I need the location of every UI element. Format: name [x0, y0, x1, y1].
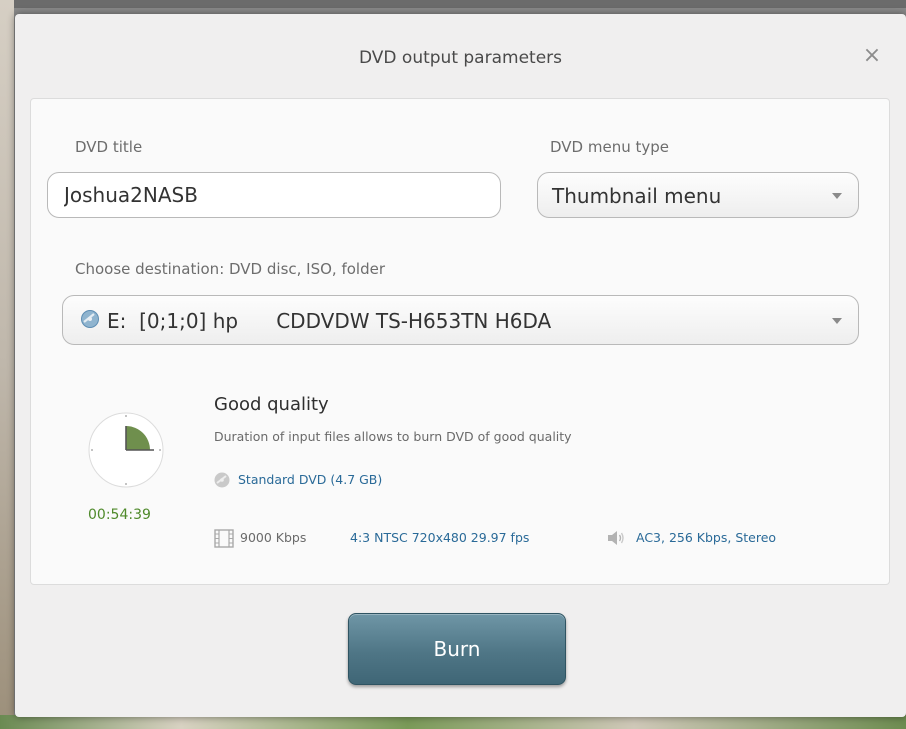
clock-icon	[88, 412, 164, 488]
menu-type-select[interactable]: Thumbnail menu	[537, 172, 859, 218]
quality-description: Duration of input files allows to burn D…	[214, 429, 572, 444]
bitrate-value: 9000 Kbps	[240, 530, 307, 545]
dvd-size-link[interactable]: Standard DVD (4.7 GB)	[238, 472, 382, 487]
duration-readout: 00:54:39	[88, 507, 151, 523]
dvd-output-dialog: DVD output parameters × DVD title DVD me…	[15, 14, 906, 717]
disc-icon	[81, 310, 99, 328]
background-left	[0, 0, 14, 729]
dvd-title-input[interactable]	[47, 172, 501, 218]
audio-spec-link[interactable]: AC3, 256 Kbps, Stereo	[636, 530, 776, 545]
chevron-down-icon	[832, 193, 842, 199]
destination-select[interactable]: E: [0;1;0] hp CDDVDW TS-H653TN H6DA	[62, 295, 859, 345]
destination-value: E: [0;1;0] hp CDDVDW TS-H653TN H6DA	[107, 309, 552, 333]
disc-size-icon	[214, 472, 230, 488]
video-spec-link[interactable]: 4:3 NTSC 720x480 29.97 fps	[350, 530, 529, 545]
destination-label: Choose destination: DVD disc, ISO, folde…	[75, 260, 385, 278]
background-top	[0, 0, 906, 8]
menu-type-value: Thumbnail menu	[552, 184, 722, 208]
menu-type-label: DVD menu type	[550, 138, 669, 156]
speaker-icon	[608, 531, 624, 545]
close-icon[interactable]: ×	[860, 44, 884, 68]
film-icon	[214, 529, 234, 548]
burn-button[interactable]: Burn	[348, 613, 566, 685]
chevron-down-icon	[832, 318, 842, 324]
dvd-title-label: DVD title	[75, 138, 143, 156]
title-bar: DVD output parameters ×	[15, 14, 906, 98]
quality-title: Good quality	[214, 394, 329, 415]
dialog-title: DVD output parameters	[359, 48, 562, 68]
background-bottom	[0, 715, 906, 729]
output-specs-row: 9000 Kbps 4:3 NTSC 720x480 29.97 fps AC3…	[214, 528, 864, 550]
